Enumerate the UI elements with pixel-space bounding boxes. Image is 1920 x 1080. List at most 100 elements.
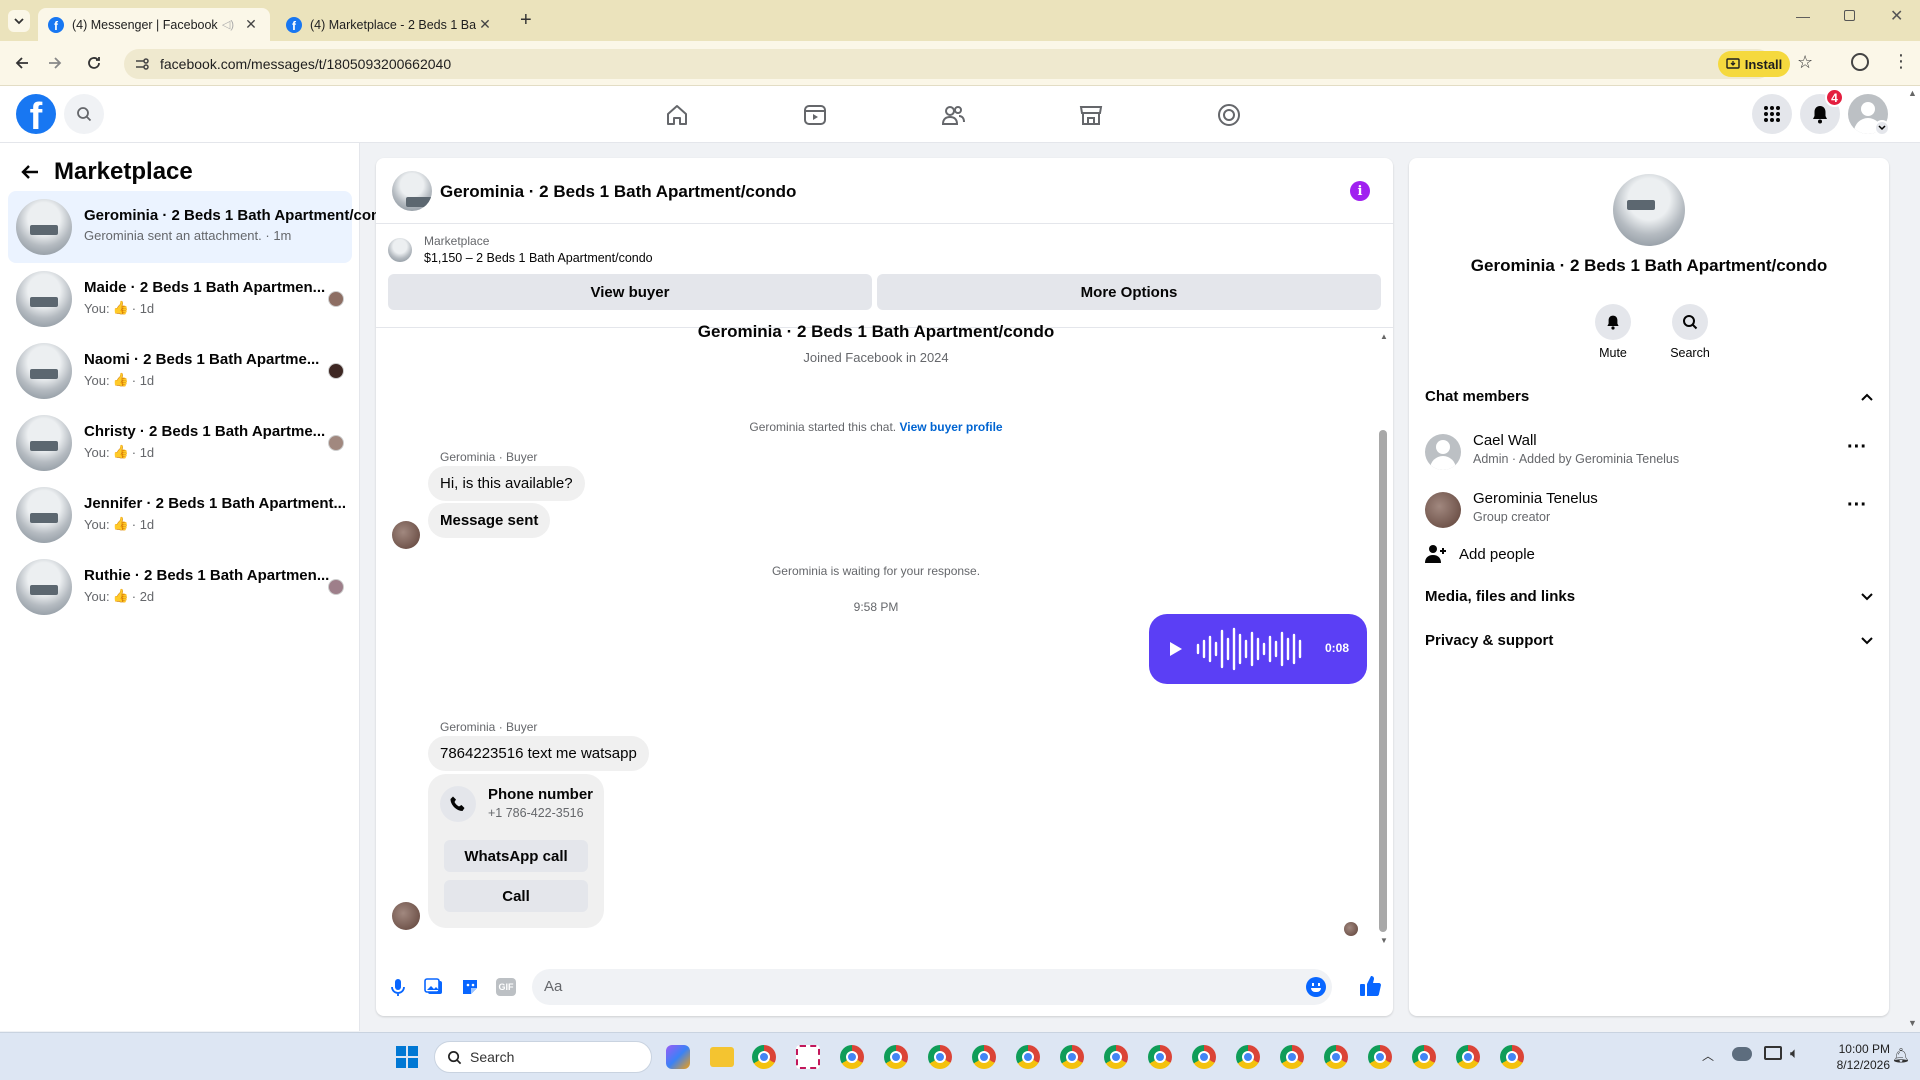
chrome-icon[interactable] [1236, 1045, 1260, 1069]
close-window-button[interactable]: ✕ [1890, 6, 1903, 26]
conversation-item[interactable]: Ruthie · 2 Beds 1 Bath Apartmen... You: 👍… [8, 551, 352, 623]
site-info-icon[interactable] [134, 56, 150, 72]
scroll-up-icon[interactable]: ▲ [1380, 332, 1388, 341]
browser-menu-icon[interactable]: ⋮ [1892, 51, 1910, 72]
address-bar[interactable]: facebook.com/messages/t/1805093200662040 [124, 49, 1772, 79]
forward-button[interactable] [40, 48, 70, 78]
conversation-item[interactable]: Jennifer · 2 Beds 1 Bath Apartment... Yo… [8, 479, 352, 551]
mute-button[interactable]: Mute [1593, 304, 1633, 360]
media-files-links-row[interactable]: Media, files and links [1425, 588, 1873, 605]
nav-friends[interactable] [938, 100, 968, 130]
chrome-icon[interactable] [1192, 1045, 1216, 1069]
chat-title[interactable]: Gerominia · 2 Beds 1 Bath Apartment/cond… [440, 182, 796, 202]
chrome-icon[interactable] [1456, 1045, 1480, 1069]
close-tab-icon[interactable]: ✕ [476, 16, 494, 33]
onedrive-icon[interactable] [1732, 1047, 1752, 1061]
search-button[interactable] [64, 94, 104, 134]
page-scroll-up-icon[interactable]: ▲ [1908, 88, 1917, 98]
chrome-icon[interactable] [1104, 1045, 1128, 1069]
chrome-icon[interactable] [1500, 1045, 1524, 1069]
conversation-item[interactable]: Naomi · 2 Beds 1 Bath Apartme... You: 👍 · … [8, 335, 352, 407]
message-bubble[interactable]: Message sent [428, 503, 551, 538]
restore-button[interactable] [1844, 10, 1855, 21]
tab-marketplace[interactable]: f (4) Marketplace - 2 Beds 1 Bath ✕ [276, 8, 504, 41]
emoji-icon[interactable] [1306, 977, 1326, 997]
notification-center-icon[interactable]: 🔔︎ [1892, 1047, 1910, 1064]
message-bubble[interactable]: Hi, is this available? [428, 466, 585, 501]
chrome-icon[interactable] [1016, 1045, 1040, 1069]
chrome-icon[interactable] [1148, 1045, 1172, 1069]
buyer-avatar[interactable] [392, 902, 420, 930]
chrome-icon[interactable] [972, 1045, 996, 1069]
chrome-icon[interactable] [1280, 1045, 1304, 1069]
reload-button[interactable] [79, 48, 109, 78]
conversation-item[interactable]: Gerominia · 2 Beds 1 Bath Apartment/cond… [8, 191, 399, 263]
privacy-support-row[interactable]: Privacy & support [1425, 632, 1873, 649]
more-options-button[interactable]: More Options [877, 274, 1381, 310]
minimize-button[interactable]: — [1796, 8, 1810, 24]
more-options-icon[interactable]: ··· [1847, 436, 1867, 459]
chrome-icon[interactable] [1368, 1045, 1392, 1069]
account-chevron-icon[interactable] [1874, 120, 1890, 136]
message-list[interactable]: Gerominia · 2 Beds 1 Bath Apartment/cond… [376, 322, 1393, 1016]
facebook-logo[interactable]: f [16, 94, 56, 134]
microphone-icon[interactable] [388, 977, 408, 997]
view-buyer-button[interactable]: View buyer [388, 274, 872, 310]
back-button[interactable] [7, 48, 37, 78]
network-icon[interactable] [1764, 1046, 1782, 1060]
chrome-icon[interactable] [1060, 1045, 1084, 1069]
chrome-icon[interactable] [928, 1045, 952, 1069]
chrome-icon[interactable] [1324, 1045, 1348, 1069]
search-in-chat-button[interactable]: Search [1665, 304, 1715, 360]
message-bubble[interactable]: 7864223516 text me watsapp [428, 736, 649, 771]
windows-start-icon[interactable] [396, 1046, 418, 1068]
whatsapp-call-button[interactable]: WhatsApp call [444, 840, 588, 872]
conversation-item[interactable]: Christy · 2 Beds 1 Bath Apartme... You: 👍… [8, 407, 352, 479]
menu-button[interactable] [1752, 94, 1792, 134]
chrome-icon[interactable] [752, 1045, 776, 1069]
gif-icon[interactable]: GIF [496, 978, 516, 996]
chrome-icon[interactable] [884, 1045, 908, 1069]
play-icon[interactable] [1169, 641, 1183, 657]
info-icon[interactable]: i [1350, 181, 1370, 201]
nav-home[interactable] [662, 100, 692, 130]
bookmark-star-icon[interactable]: ☆ [1797, 52, 1813, 73]
photo-icon[interactable] [424, 977, 444, 997]
like-thumbs-up-icon[interactable] [1358, 974, 1382, 998]
copilot-icon[interactable] [666, 1045, 690, 1069]
file-explorer-icon[interactable] [710, 1047, 734, 1067]
close-tab-icon[interactable]: ✕ [242, 16, 260, 33]
member-row[interactable]: Gerominia Tenelus Group creator ··· [1425, 488, 1873, 538]
more-options-icon[interactable]: ··· [1847, 494, 1867, 517]
sticker-icon[interactable] [460, 977, 480, 997]
chrome-icon[interactable] [840, 1045, 864, 1069]
install-app-button[interactable]: Install [1718, 51, 1790, 77]
scroll-down-icon[interactable]: ▼ [1380, 936, 1388, 945]
tray-chevron-up-icon[interactable]: ︿ [1702, 1047, 1714, 1064]
member-row[interactable]: Cael Wall Admin · Added by Gerominia Ten… [1425, 430, 1873, 480]
message-input[interactable]: Aa [532, 969, 1332, 1005]
conversation-item[interactable]: Maide · 2 Beds 1 Bath Apartmen... You: 👍 ·… [8, 263, 352, 335]
add-people-button[interactable]: Add people [1425, 544, 1535, 564]
profile-icon[interactable] [1851, 53, 1869, 71]
back-arrow-icon[interactable] [20, 162, 40, 182]
new-tab-button[interactable]: + [520, 9, 532, 32]
tab-search-button[interactable] [8, 10, 30, 32]
chat-thumbnail[interactable] [392, 171, 432, 211]
scrollbar-thumb[interactable] [1379, 430, 1387, 932]
nav-gaming[interactable] [1214, 100, 1244, 130]
message-scrollbar[interactable]: ▲ ▼ [1377, 328, 1389, 948]
taskbar-search[interactable]: Search [434, 1041, 652, 1073]
volume-icon[interactable]: 🔈︎ [1790, 1045, 1799, 1062]
snipping-tool-icon[interactable] [796, 1045, 820, 1069]
listing-detail[interactable]: $1,150 – 2 Beds 1 Bath Apartment/condo [424, 251, 653, 265]
call-button[interactable]: Call [444, 880, 588, 912]
buyer-avatar[interactable] [392, 521, 420, 549]
tab-messenger[interactable]: f (4) Messenger | Facebook ◁) ✕ [38, 8, 270, 41]
view-buyer-profile-link[interactable]: View buyer profile [899, 420, 1002, 434]
nav-video[interactable] [800, 100, 830, 130]
voice-message[interactable]: 0:08 [1149, 614, 1367, 684]
chrome-icon[interactable] [1412, 1045, 1436, 1069]
taskbar-clock[interactable]: 10:00 PM 8/12/2026 [1820, 1041, 1890, 1073]
chat-members-header[interactable]: Chat members [1425, 388, 1873, 405]
